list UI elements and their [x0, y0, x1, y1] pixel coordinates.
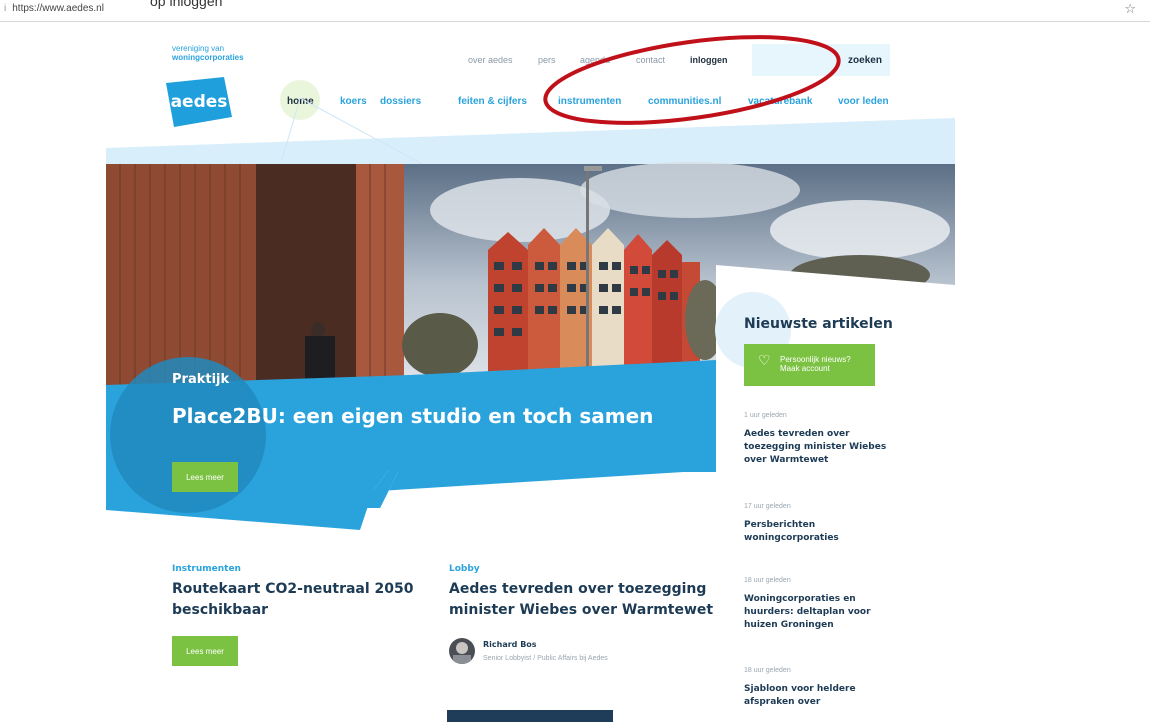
- toplink-agenda[interactable]: agenda: [580, 55, 610, 65]
- star-icon[interactable]: ☆: [1124, 2, 1136, 17]
- sidebar-title: Nieuwste artikelen: [744, 316, 893, 332]
- article-time: 18 uur geleden: [744, 577, 791, 584]
- toplink-over-aedes[interactable]: over aedes: [468, 55, 513, 65]
- toplink-pers[interactable]: pers: [538, 55, 556, 65]
- aedes-logo[interactable]: aedes: [164, 77, 234, 127]
- nav-vacaturebank[interactable]: vacaturebank: [748, 96, 812, 107]
- next-card-preview[interactable]: [447, 710, 613, 722]
- search-input[interactable]: [752, 44, 840, 76]
- toplink-inloggen[interactable]: inloggen: [690, 55, 728, 65]
- search-button[interactable]: zoeken: [840, 44, 890, 76]
- nav-koers[interactable]: koers: [340, 96, 367, 107]
- sidebar-article-link[interactable]: Aedes tevreden over toezegging minister …: [744, 428, 904, 467]
- hero-title[interactable]: Place2BU: een eigen studio en toch samen: [172, 404, 653, 428]
- card-category[interactable]: Instrumenten: [172, 564, 241, 574]
- sidebar-article-link[interactable]: Sjabloon voor heldere afspraken over: [744, 683, 904, 709]
- card-title[interactable]: Aedes tevreden over toezegging minister …: [449, 579, 713, 621]
- sidebar-article-link[interactable]: Persberichten woningcorporaties: [744, 519, 904, 545]
- card-title[interactable]: Routekaart CO2-neutraal 2050 beschikbaar: [172, 579, 414, 621]
- article-time: 17 uur geleden: [744, 503, 791, 510]
- author-role: Senior Lobbyist / Public Affairs bij Aed…: [483, 655, 608, 662]
- nav-dossiers[interactable]: dossiers: [380, 96, 421, 107]
- heart-icon: ♡: [758, 352, 771, 368]
- author-name[interactable]: Richard Bos: [483, 640, 537, 649]
- cropped-caption: op inloggen: [150, 0, 223, 9]
- card-read-more-button[interactable]: Lees meer: [172, 636, 238, 666]
- hero-category: Praktijk: [172, 372, 230, 387]
- toplink-contact[interactable]: contact: [636, 55, 665, 65]
- annotation-circle: [543, 35, 841, 125]
- nav-feiten-cijfers[interactable]: feiten & cijfers: [458, 96, 527, 107]
- logo-text: aedes: [171, 92, 228, 112]
- article-time: 18 uur geleden: [744, 667, 791, 674]
- sidebar-article-link[interactable]: Woningcorporaties en huurders: deltaplan…: [744, 593, 904, 632]
- nav-communities[interactable]: communities.nl: [648, 96, 721, 107]
- card-category[interactable]: Lobby: [449, 564, 480, 574]
- address-url[interactable]: i https://www.aedes.nl: [4, 3, 104, 14]
- tagline: vereniging van woningcorporaties: [172, 44, 244, 62]
- nav-instrumenten[interactable]: instrumenten: [558, 96, 621, 107]
- nav-voor-leden[interactable]: voor leden: [838, 96, 889, 107]
- hero-read-more-button[interactable]: Lees meer: [172, 462, 238, 492]
- nav-home[interactable]: home: [287, 96, 314, 107]
- article-time: 1 uur geleden: [744, 412, 787, 419]
- avatar: [449, 638, 475, 664]
- create-account-button[interactable]: ♡ Persoonlijk nieuws? Maak account: [744, 344, 875, 386]
